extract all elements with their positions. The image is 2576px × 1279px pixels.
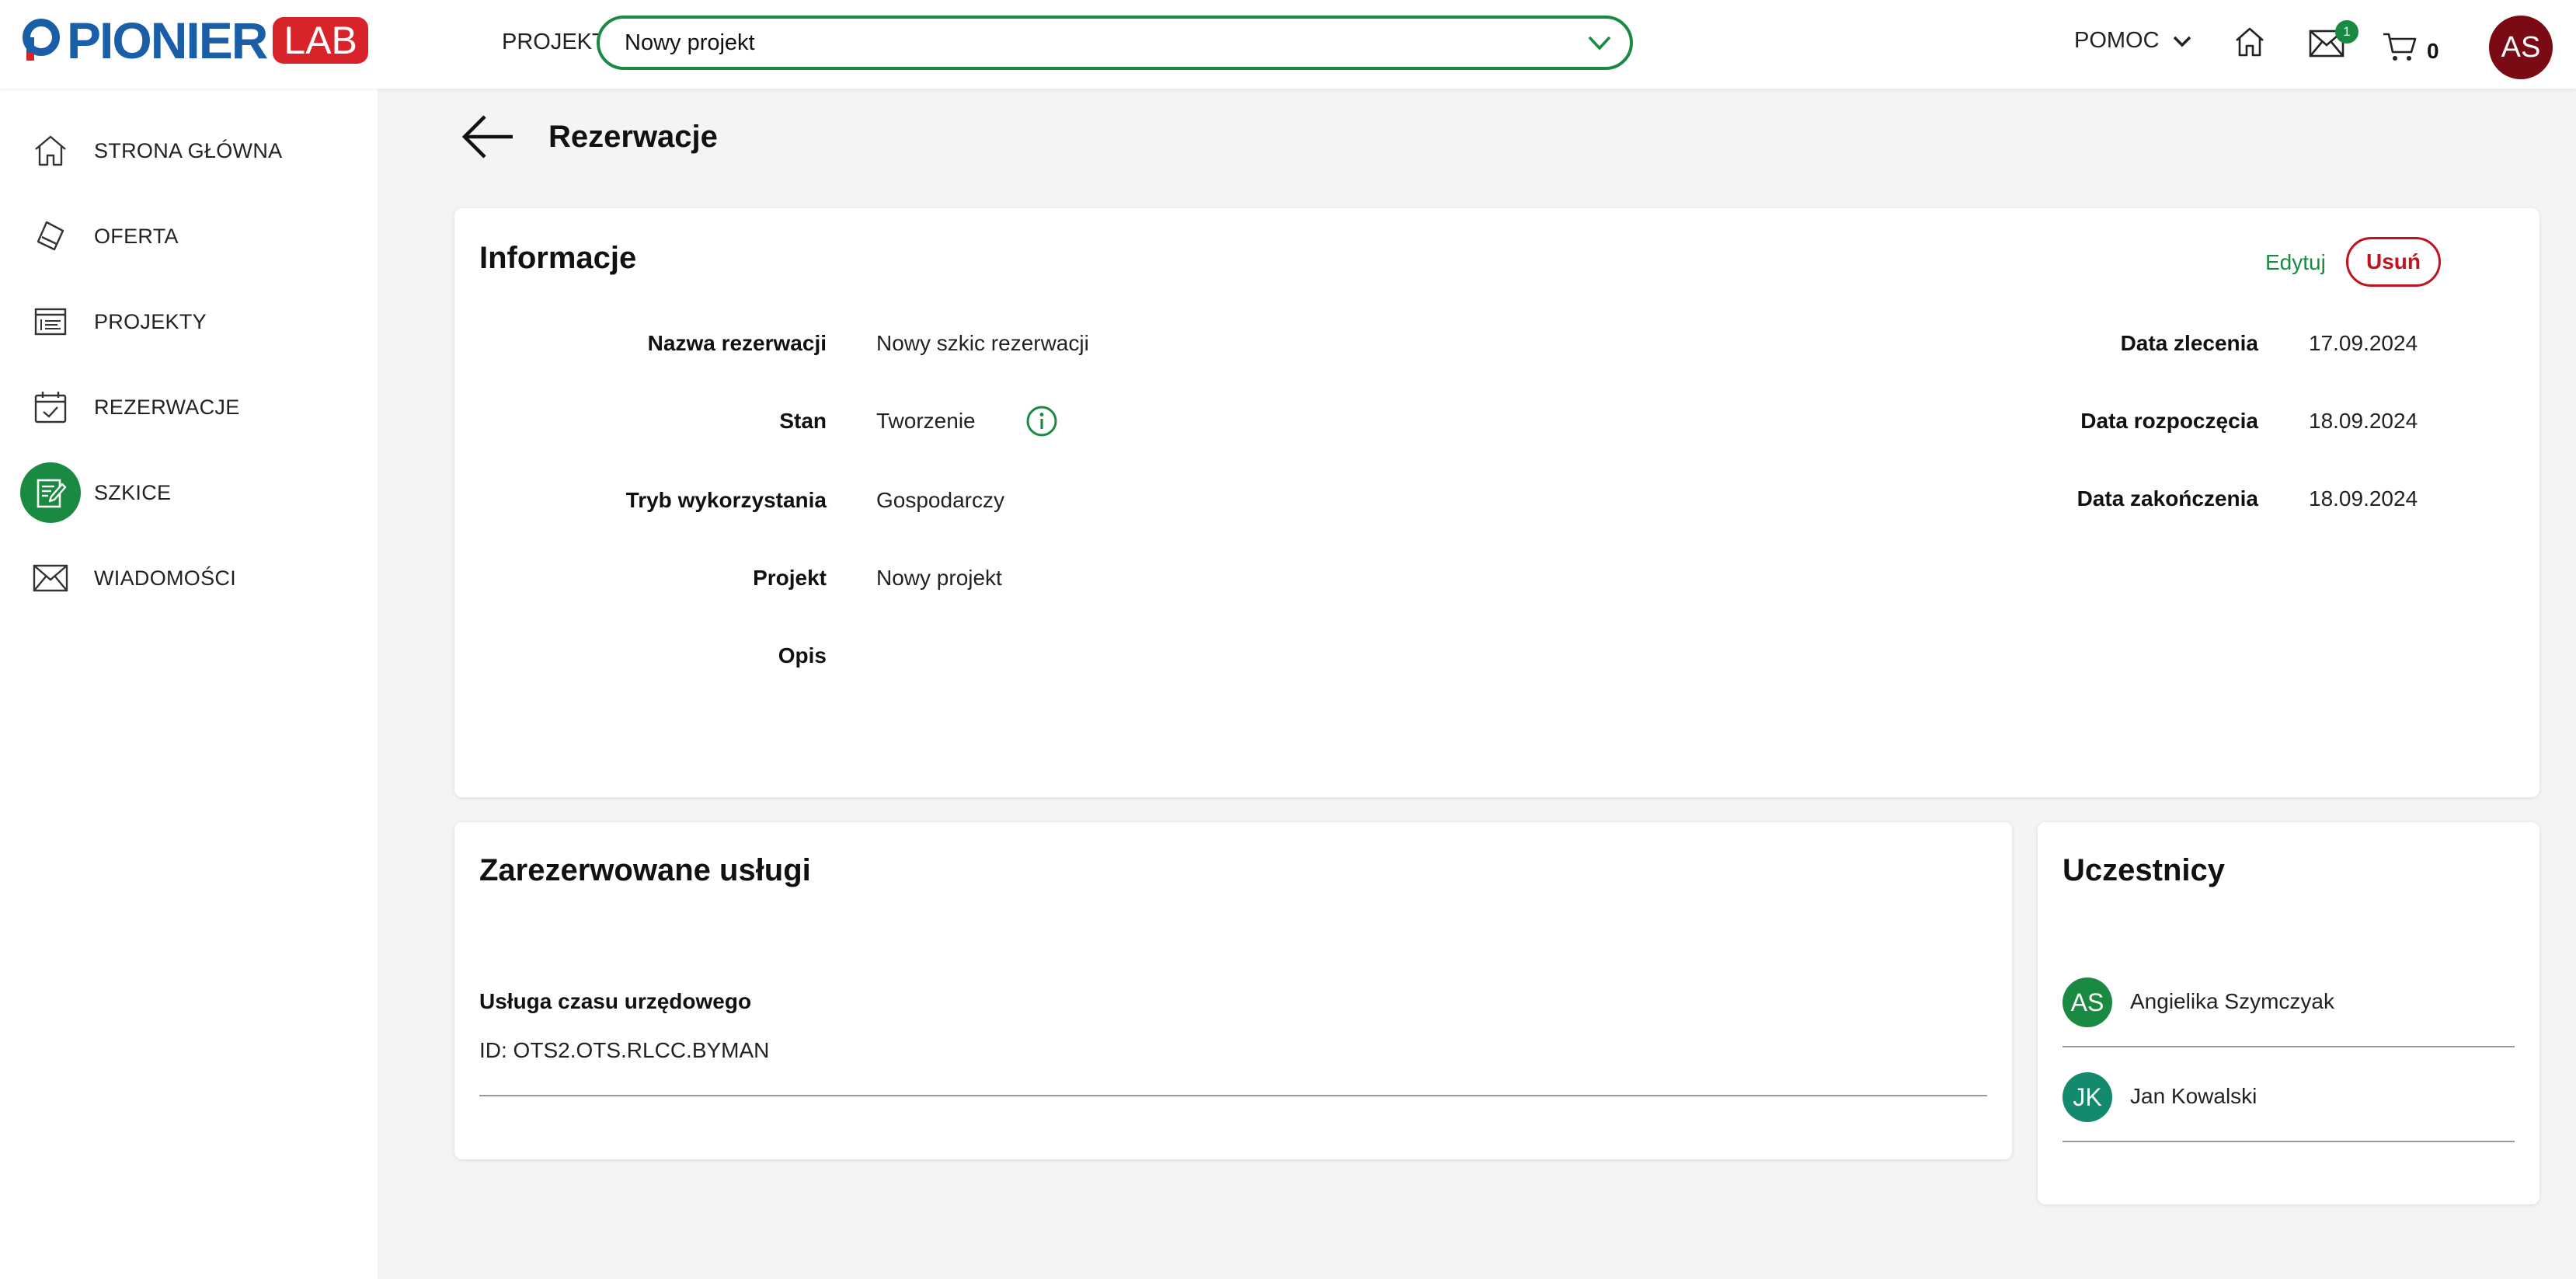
field-label-reservation-name: Nazwa rezerwacji <box>647 331 827 355</box>
sidebar-item-label: REZERWACJE <box>94 395 240 419</box>
home-icon[interactable] <box>2233 25 2267 59</box>
page-title: Rezerwacje <box>548 120 718 154</box>
chevron-down-icon <box>1588 36 1611 51</box>
top-header: PIONIER LAB PROJEKT Nowy projekt POMOC 1… <box>0 0 2576 89</box>
service-id: ID: OTS2.OTS.RLCC.BYMAN <box>479 1038 770 1062</box>
cart-count: 0 <box>2427 39 2439 63</box>
field-label-end-date: Data zakończenia <box>2076 486 2258 511</box>
service-name: Usługa czasu urzędowego <box>479 989 752 1013</box>
messages-badge: 1 <box>2335 20 2358 44</box>
field-value-start-date: 18.09.2024 <box>2309 409 2418 433</box>
field-label-description: Opis <box>778 643 827 667</box>
participant-name: Jan Kowalski <box>2130 1084 2257 1108</box>
sidebar-item-projects[interactable]: PROJEKTY <box>0 291 378 353</box>
home-icon <box>20 120 81 181</box>
user-avatar[interactable]: AS <box>2489 16 2553 79</box>
logo-badge: LAB <box>273 17 368 64</box>
calendar-check-icon <box>20 377 81 437</box>
help-label: POMOC <box>2074 28 2160 53</box>
sidebar-item-drafts[interactable]: SZKICE <box>0 462 378 524</box>
field-label-start-date: Data rozpoczęcia <box>2080 409 2258 433</box>
sidebar-item-messages[interactable]: WIADOMOŚCI <box>0 547 378 609</box>
info-card-title: Informacje <box>479 241 637 275</box>
participant-avatar: AS <box>2063 978 2112 1027</box>
participant-avatar: JK <box>2063 1072 2112 1122</box>
field-label-state: Stan <box>779 409 827 433</box>
sidebar-item-label: SZKICE <box>94 480 172 504</box>
participant-name: Angielika Szymczyak <box>2130 989 2334 1013</box>
service-divider <box>479 1095 1987 1096</box>
help-menu[interactable]: POMOC <box>2074 28 2192 54</box>
services-card-title: Zarezerwowane usługi <box>479 853 811 887</box>
participant-divider <box>2063 1141 2515 1142</box>
sidebar-item-label: WIADOMOŚCI <box>94 566 236 590</box>
sidebar-item-home[interactable]: STRONA GŁÓWNA <box>0 120 378 182</box>
field-value-reservation-name: Nowy szkic rezerwacji <box>876 331 1089 355</box>
info-icon[interactable] <box>1025 405 1058 437</box>
field-value-project: Nowy projekt <box>876 566 1002 590</box>
field-value-end-date: 18.09.2024 <box>2309 486 2418 511</box>
sidebar-item-label: OFERTA <box>94 224 179 248</box>
envelope-icon <box>20 548 81 608</box>
delete-button[interactable]: Usuń <box>2346 237 2441 287</box>
sidebar-item-offer[interactable]: OFERTA <box>0 205 378 267</box>
cart-icon[interactable] <box>2382 31 2418 62</box>
field-label-order-date: Data zlecenia <box>2120 331 2258 355</box>
pionier-lab-logo[interactable]: PIONIER LAB <box>20 12 368 69</box>
field-value-order-date: 17.09.2024 <box>2309 331 2418 355</box>
participants-card-title: Uczestnicy <box>2063 853 2225 887</box>
sidebar: STRONA GŁÓWNA OFERTA PROJEKTY REZERWACJE… <box>0 89 378 1279</box>
back-arrow-icon[interactable] <box>460 112 516 162</box>
logo-text: PIONIER <box>67 12 268 69</box>
edit-link[interactable]: Edytuj <box>2265 250 2326 275</box>
tag-icon <box>20 206 81 267</box>
field-label-project: Projekt <box>753 566 827 590</box>
project-select[interactable]: Nowy projekt <box>597 16 1633 70</box>
field-value-usage-mode: Gospodarczy <box>876 488 1004 512</box>
field-value-state: Tworzenie <box>876 409 976 433</box>
field-label-usage-mode: Tryb wykorzystania <box>625 488 827 512</box>
project-label: PROJEKT <box>502 30 606 54</box>
chevron-down-icon <box>2173 36 2191 47</box>
project-select-value: Nowy projekt <box>625 30 755 55</box>
sidebar-item-label: STRONA GŁÓWNA <box>94 138 283 162</box>
sidebar-item-label: PROJEKTY <box>94 309 207 333</box>
sidebar-item-reservations[interactable]: REZERWACJE <box>0 376 378 438</box>
pionier-logo-icon <box>23 19 60 61</box>
projects-icon <box>20 291 81 352</box>
draft-edit-icon <box>20 462 81 523</box>
participant-divider <box>2063 1046 2515 1047</box>
